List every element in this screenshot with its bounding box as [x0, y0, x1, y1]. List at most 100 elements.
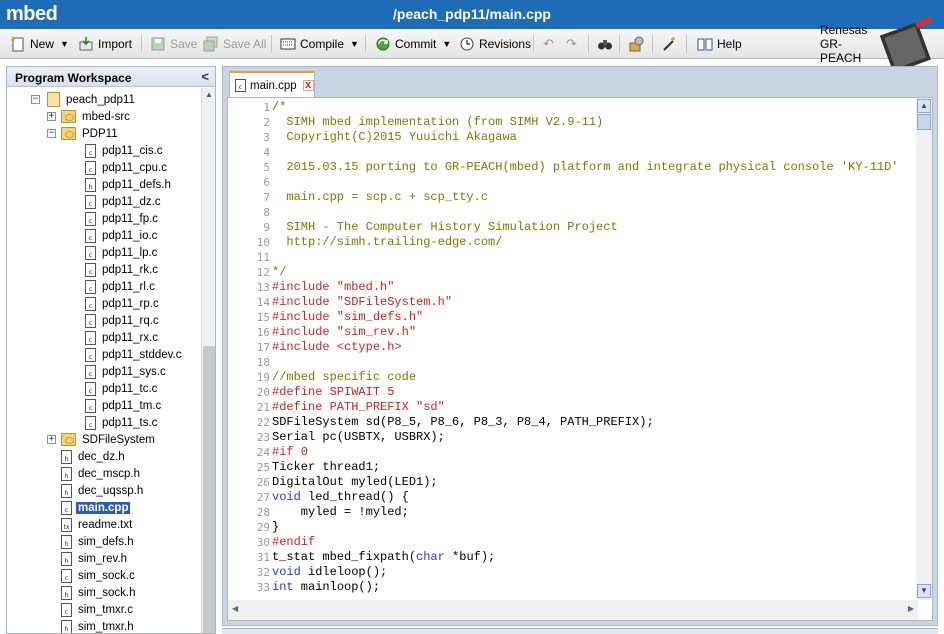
tree-item[interactable]: peach_pdp11: [47, 91, 137, 108]
tree-item[interactable]: h pdp11_defs.h: [85, 176, 173, 193]
code-lines[interactable]: /* SIMH mbed implementation (from SIMH V…: [272, 98, 912, 594]
scroll-right-icon[interactable]: ▶: [908, 604, 914, 613]
tree-item[interactable]: tx readme.txt: [61, 516, 134, 533]
tree-item[interactable]: c pdp11_dz.c: [85, 193, 163, 210]
editor-horizontal-scrollbar[interactable]: ◀ ▶: [228, 600, 918, 620]
commit-button[interactable]: Commit ▼: [375, 34, 451, 54]
code-line[interactable]: DigitalOut myled(LED1);: [272, 475, 438, 490]
library-button[interactable]: [628, 34, 644, 54]
compile-button[interactable]: Compile ▼: [280, 34, 359, 54]
tree-item[interactable]: c pdp11_rp.c: [85, 295, 161, 312]
tree-item[interactable]: c pdp11_rx.c: [85, 329, 160, 346]
code-line[interactable]: SDFileSystem sd(P8_5, P8_6, P8_3, P8_4, …: [272, 415, 654, 430]
code-line[interactable]: /*: [272, 100, 286, 115]
platform-selector[interactable]: Renesas GR-PEACH: [820, 16, 938, 73]
code-line[interactable]: #if 0: [272, 445, 308, 460]
code-line[interactable]: http://simh.trailing-edge.com/: [272, 235, 502, 250]
tree-item[interactable]: c pdp11_sys.c: [85, 363, 168, 380]
scroll-up-icon[interactable]: ▲: [917, 99, 931, 113]
code-line[interactable]: #include "sim_rev.h": [272, 325, 416, 340]
chevron-down-icon[interactable]: ▼: [60, 39, 69, 49]
scrollbar-thumb[interactable]: [203, 346, 215, 633]
program-workspace-panel: Program Workspace < − peach_pdp11 + mbed-sr…: [6, 66, 216, 634]
editor-vertical-scrollbar[interactable]: ▲ ▼: [916, 98, 932, 600]
keyword: char: [416, 550, 445, 564]
find-button[interactable]: [597, 34, 613, 54]
save-all-button[interactable]: Save All: [203, 34, 266, 54]
collapse-toggle[interactable]: −: [47, 129, 56, 138]
code-line[interactable]: Ticker thread1;: [272, 460, 380, 475]
scroll-down-icon[interactable]: ▼: [917, 584, 931, 598]
code-line[interactable]: #include "mbed.h": [272, 280, 394, 295]
code-line[interactable]: #include <ctype.h>: [272, 340, 402, 355]
redo-button[interactable]: ↷: [566, 34, 577, 54]
scrollbar-thumb[interactable]: [917, 114, 931, 130]
code-line[interactable]: }: [272, 520, 279, 535]
code-line[interactable]: #include "SDFileSystem.h": [272, 295, 452, 310]
tree-item[interactable]: c main.cpp: [61, 499, 131, 516]
code-line[interactable]: main.cpp = scp.c + scp_tty.c: [272, 190, 488, 205]
revisions-button[interactable]: Revisions: [459, 34, 531, 54]
tree-item[interactable]: c pdp11_ts.c: [85, 414, 159, 431]
source-file-icon: c: [85, 245, 96, 260]
scroll-left-icon[interactable]: ◀: [232, 604, 238, 613]
code-line[interactable]: t_stat mbed_fixpath(char *buf);: [272, 550, 495, 565]
close-icon[interactable]: x: [302, 80, 314, 91]
tree-item[interactable]: h dec_dz.h: [61, 448, 127, 465]
code-line[interactable]: Serial pc(USBTX, USBRX);: [272, 430, 445, 445]
code-line[interactable]: void led_thread() {: [272, 490, 409, 505]
code-line[interactable]: SIMH mbed implementation (from SIMH V2.9…: [272, 115, 603, 130]
tree-item[interactable]: c pdp11_cpu.c: [85, 159, 169, 176]
chevron-down-icon[interactable]: ▼: [442, 39, 451, 49]
code-line[interactable]: myled = !myled;: [272, 505, 409, 520]
tree-item[interactable]: c pdp11_rl.c: [85, 278, 157, 295]
scroll-up-icon[interactable]: ▲: [205, 90, 213, 99]
code-line[interactable]: #endif: [272, 535, 315, 550]
sidebar-scrollbar[interactable]: ▲: [201, 88, 215, 633]
tree-item[interactable]: h sim_sock.h: [61, 584, 138, 601]
save-button[interactable]: Save: [150, 34, 197, 54]
tree-item[interactable]: c pdp11_rk.c: [85, 261, 160, 278]
code-line[interactable]: //mbed specific code: [272, 370, 416, 385]
code-editor[interactable]: 1 2 3 4 5 6 7 8 9 10 11 12 13 14 15 16 17 18 19 20 21 22 23 24 2…: [227, 97, 933, 621]
format-button[interactable]: [661, 34, 677, 54]
tree-item[interactable]: c pdp11_fp.c: [85, 210, 160, 227]
tree-item[interactable]: h sim_rev.h: [61, 550, 129, 567]
tree-item[interactable]: h dec_mscp.h: [61, 465, 142, 482]
code-line[interactable]: int mainloop();: [272, 580, 380, 595]
code-line[interactable]: */: [272, 265, 286, 280]
tree-item[interactable]: c pdp11_cis.c: [85, 142, 165, 159]
code-line[interactable]: #include "sim_defs.h": [272, 310, 423, 325]
expand-toggle[interactable]: +: [47, 435, 56, 444]
code-line[interactable]: 2015.03.15 porting to GR-PEACH(mbed) pla…: [272, 160, 898, 175]
tree-item[interactable]: h sim_tmxr.h: [61, 618, 136, 633]
undo-button[interactable]: ↶: [543, 34, 554, 54]
tree-item[interactable]: PDP11: [61, 125, 120, 142]
tree-item[interactable]: c pdp11_rq.c: [85, 312, 161, 329]
tree-item[interactable]: c pdp11_io.c: [85, 227, 159, 244]
code-line[interactable]: void idleloop();: [272, 565, 387, 580]
collapse-toggle[interactable]: −: [31, 95, 40, 104]
chevron-down-icon[interactable]: ▼: [350, 39, 359, 49]
expand-toggle[interactable]: +: [47, 112, 56, 121]
code-text: Serial pc(USBTX, USBRX);: [272, 430, 445, 444]
tree-item[interactable]: c pdp11_lp.c: [85, 244, 159, 261]
tree-item[interactable]: h sim_defs.h: [61, 533, 136, 550]
tab-main-cpp[interactable]: c main.cpp x: [229, 71, 315, 98]
help-button[interactable]: Help: [697, 34, 742, 54]
import-button[interactable]: Import: [78, 34, 132, 54]
tree-item[interactable]: c pdp11_tm.c: [85, 397, 163, 414]
code-line[interactable]: Copyright(C)2015 Yuuichi Akagawa: [272, 130, 516, 145]
tree-item[interactable]: SDFileSystem: [61, 431, 157, 448]
code-line[interactable]: #define PATH_PREFIX "sd": [272, 400, 445, 415]
code-line[interactable]: #define SPIWAIT 5: [272, 385, 394, 400]
tree-item[interactable]: mbed-src: [61, 108, 132, 125]
new-button[interactable]: New ▼: [10, 34, 69, 54]
tree-item[interactable]: h dec_uqssp.h: [61, 482, 145, 499]
code-line[interactable]: SIMH - The Computer History Simulation P…: [272, 220, 617, 235]
tree-item[interactable]: c pdp11_tc.c: [85, 380, 159, 397]
tree-item[interactable]: c sim_tmxr.c: [61, 601, 135, 618]
tree-item[interactable]: c sim_sock.c: [61, 567, 137, 584]
tree-item[interactable]: c pdp11_stddev.c: [85, 346, 184, 363]
collapse-icon[interactable]: <: [201, 69, 209, 84]
